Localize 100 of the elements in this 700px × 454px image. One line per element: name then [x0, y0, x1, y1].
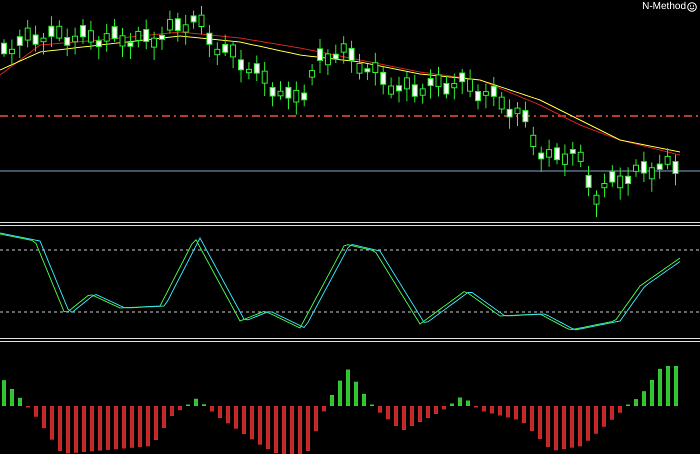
histogram-bar: [562, 406, 566, 449]
histogram-bar: [266, 406, 270, 449]
candlestick: [514, 102, 520, 126]
candlestick: [459, 68, 466, 95]
histogram-bar: [402, 406, 406, 430]
candlestick: [364, 64, 370, 81]
histogram-bar: [394, 406, 398, 426]
histogram-bar: [282, 406, 286, 454]
candlestick: [1, 38, 7, 58]
histogram-bar: [226, 406, 230, 424]
histogram-bar: [330, 395, 334, 406]
candlestick: [206, 24, 212, 58]
candlestick: [404, 71, 410, 102]
candlestick: [198, 5, 204, 35]
candlestick: [570, 141, 576, 166]
candlestick: [96, 36, 102, 60]
histogram-bar: [530, 406, 534, 431]
candlestick: [586, 165, 592, 197]
histogram-bar: [586, 406, 590, 441]
histogram-bar: [66, 406, 70, 454]
candlestick: [285, 80, 292, 110]
histogram-bar: [178, 406, 182, 410]
candlestick: [538, 146, 544, 172]
histogram-bar: [18, 398, 22, 406]
histogram-bar: [554, 406, 558, 450]
smiley-icon: [687, 2, 697, 12]
candlestick: [48, 16, 54, 48]
candlestick: [16, 29, 23, 59]
histogram-bar: [378, 406, 382, 413]
candlestick: [301, 84, 308, 107]
histogram-bar: [130, 406, 134, 448]
candlestick: [182, 14, 189, 46]
histogram-bar: [506, 406, 510, 418]
candlestick: [467, 68, 474, 98]
candlestick: [490, 76, 497, 107]
candlestick: [230, 40, 236, 69]
candlestick: [554, 142, 560, 165]
histogram-bar: [2, 380, 6, 406]
histogram-bar: [514, 406, 518, 420]
histogram-bar: [98, 406, 102, 451]
candlestick: [482, 83, 489, 109]
candlestick: [420, 83, 426, 104]
candlestick: [262, 61, 268, 97]
histogram-bar: [274, 406, 278, 453]
candlestick: [40, 32, 46, 56]
candlestick: [332, 44, 339, 64]
histogram-bar: [58, 406, 62, 452]
histogram-bar: [170, 406, 174, 416]
candlestick: [380, 65, 386, 95]
histogram-bar: [602, 406, 606, 427]
histogram-bar: [666, 366, 670, 406]
histogram-bar: [442, 406, 446, 410]
candlestick: [120, 28, 126, 58]
histogram-bar: [154, 406, 158, 440]
histogram-bar: [642, 391, 646, 406]
candlestick: [578, 144, 584, 168]
histogram-bar: [594, 406, 598, 434]
candlestick: [672, 154, 678, 186]
histogram-bar: [434, 406, 438, 414]
histogram-bar: [450, 404, 454, 406]
histogram-bar: [162, 406, 166, 428]
histogram-bar: [242, 406, 246, 434]
candlestick: [72, 27, 78, 55]
histogram-bar: [234, 406, 238, 429]
histogram-bar: [122, 406, 126, 448]
histogram-bar: [82, 406, 86, 452]
histogram-bar: [618, 406, 622, 413]
candlestick: [293, 80, 300, 116]
histogram-bar: [362, 394, 366, 406]
candlestick: [609, 164, 616, 188]
candlestick: [601, 173, 608, 198]
candlestick: [174, 12, 181, 42]
candlestick: [436, 66, 442, 98]
candlestick: [372, 52, 378, 86]
histogram-bar: [218, 406, 222, 418]
candlestick: [64, 28, 70, 57]
candlestick: [562, 144, 568, 177]
histogram-bar: [194, 398, 198, 406]
histogram-bar: [210, 406, 214, 412]
candlestick: [317, 38, 323, 74]
histogram-bar: [298, 406, 302, 454]
indicator-label: N-Method: [642, 1, 686, 13]
candlestick: [238, 50, 244, 83]
histogram-bar: [410, 406, 414, 426]
histogram-bar: [674, 366, 678, 406]
histogram-bar: [610, 406, 614, 420]
candlestick: [24, 19, 31, 48]
candlestick: [324, 48, 331, 76]
candlestick: [88, 20, 94, 50]
candlestick: [151, 31, 158, 60]
histogram-bar: [346, 370, 350, 406]
candlestick: [80, 18, 86, 44]
candlestick: [617, 166, 624, 200]
candlestick: [190, 10, 197, 30]
histogram-bar: [290, 406, 294, 454]
candlestick: [640, 151, 647, 183]
candlestick: [594, 190, 600, 218]
histogram-bar: [458, 398, 462, 406]
histogram-bar: [418, 406, 422, 422]
candlestick: [475, 84, 481, 110]
